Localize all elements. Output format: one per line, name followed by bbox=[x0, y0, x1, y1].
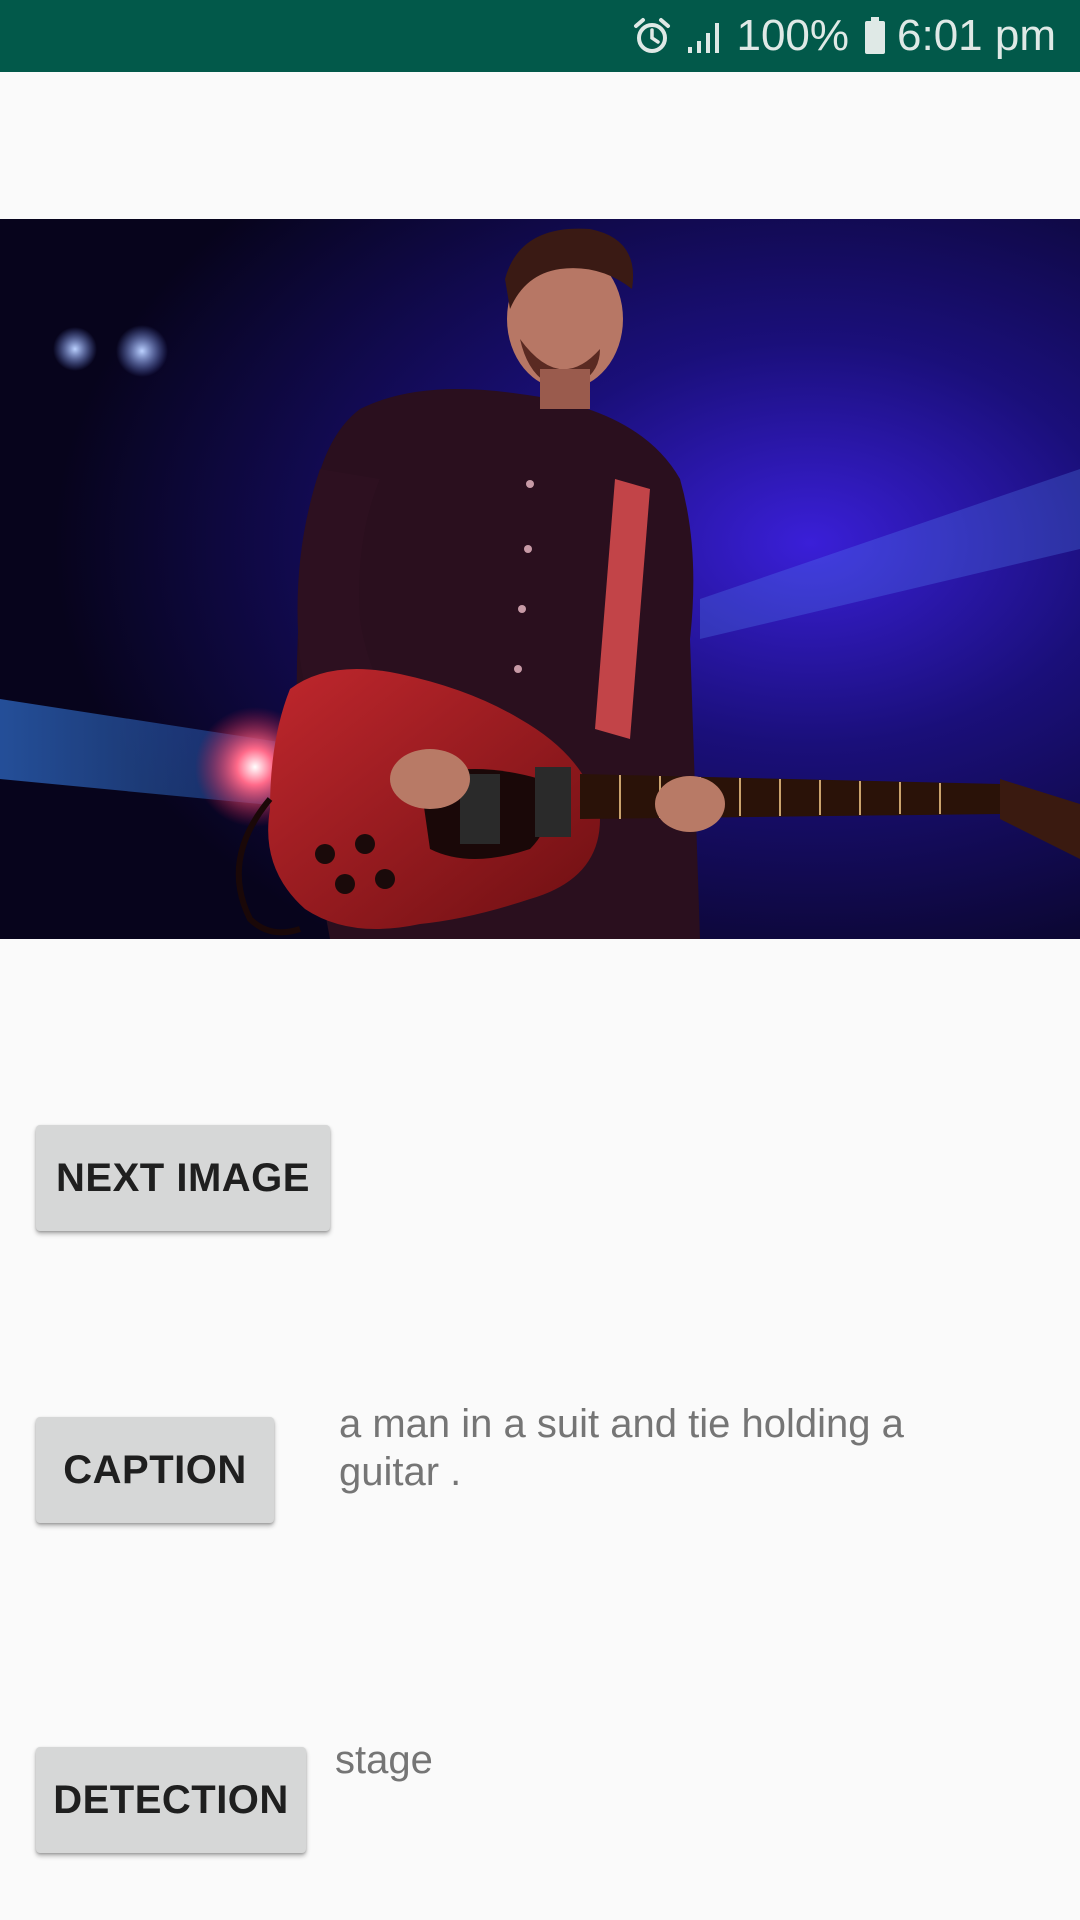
next-image-button[interactable]: NEXT IMAGE bbox=[36, 1125, 330, 1231]
guitarist-photo bbox=[0, 219, 1080, 939]
caption-button[interactable]: CAPTION bbox=[36, 1417, 274, 1523]
battery-percent: 100% bbox=[736, 11, 850, 60]
detection-result-text: stage bbox=[335, 1738, 433, 1782]
signal-icon bbox=[686, 17, 726, 55]
detection-button[interactable]: DETECTION bbox=[36, 1747, 306, 1853]
caption-result-text: a man in a suit and tie holding a guitar… bbox=[339, 1402, 904, 1494]
battery-icon bbox=[863, 16, 887, 56]
status-bar: 100% 6:01 pm bbox=[0, 0, 1080, 72]
clock: 6:01 pm bbox=[897, 11, 1056, 60]
alarm-icon bbox=[632, 16, 672, 56]
